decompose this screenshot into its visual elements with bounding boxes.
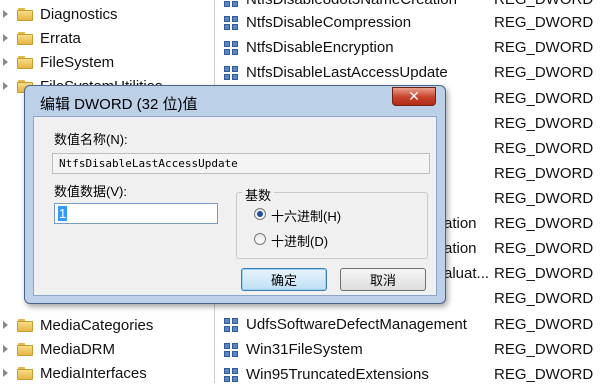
value-type: REG_DWORD — [494, 140, 594, 157]
reg-binary-icon — [224, 16, 240, 31]
expand-arrow-icon[interactable] — [3, 82, 11, 90]
dec-radio[interactable] — [254, 233, 266, 245]
value-type: REG_DWORD — [494, 316, 594, 333]
dialog-title: 编辑 DWORD (32 位)值 — [40, 96, 198, 113]
value-type: REG_DWORD — [494, 265, 594, 282]
folder-icon — [17, 342, 33, 356]
value-row[interactable]: NtfsDisableLastAccessUpdate REG_DWORD — [218, 61, 600, 86]
expand-arrow-icon[interactable] — [3, 321, 11, 329]
tree-item-label: MediaCategories — [40, 316, 154, 334]
tree-item-errata[interactable]: Errata — [0, 26, 81, 50]
value-row[interactable]: UdfsSoftwareDefectManagement REG_DWORD — [218, 313, 600, 338]
hex-label[interactable]: 十六进制(H) — [271, 206, 341, 225]
value-name: ation — [444, 215, 477, 232]
value-name: UdfsSoftwareDefectManagement — [246, 316, 467, 333]
folder-icon — [17, 31, 33, 45]
value-name-label: 数值名称(N): — [54, 132, 128, 147]
value-data-text: 1 — [58, 206, 68, 221]
value-data-input[interactable]: 1 — [54, 203, 218, 224]
tree-item-diagnostics[interactable]: Diagnostics — [0, 2, 118, 26]
edit-dword-dialog: 编辑 DWORD (32 位)值 ✕ 数值名称(N): NtfsDisableL… — [24, 85, 446, 304]
expand-arrow-icon[interactable] — [3, 58, 11, 66]
reg-binary-icon — [224, 0, 240, 8]
value-name: NtfsDisable8dot3NameCreation — [246, 0, 457, 8]
value-name: Win95TruncatedExtensions — [246, 366, 429, 383]
value-name: aluat... — [444, 265, 490, 282]
tree-item-label: MediaDRM — [40, 340, 116, 358]
reg-binary-icon — [224, 66, 240, 81]
cancel-button[interactable]: 取消 — [340, 268, 426, 291]
tree-item-label: MediaInterfaces — [40, 364, 147, 382]
reg-binary-icon — [224, 343, 240, 358]
value-type: REG_DWORD — [494, 14, 594, 31]
tree-item-mediainterfaces[interactable]: MediaInterfaces — [0, 361, 147, 385]
value-type: REG_DWORD — [494, 165, 594, 182]
value-type: REG_DWORD — [494, 366, 594, 383]
value-type: REG_DWORD — [494, 64, 594, 81]
expand-arrow-icon[interactable] — [3, 10, 11, 18]
base-label: 基数 — [242, 185, 275, 204]
reg-binary-icon — [224, 318, 240, 333]
value-type: REG_DWORD — [494, 115, 594, 132]
folder-icon — [17, 7, 33, 21]
dialog-client: 数值名称(N): NtfsDisableLastAccessUpdate 数值数… — [33, 116, 437, 296]
value-name: Win31FileSystem — [246, 341, 363, 358]
value-name-field[interactable]: NtfsDisableLastAccessUpdate — [52, 153, 430, 174]
folder-icon — [17, 55, 33, 69]
value-type: REG_DWORD — [494, 215, 594, 232]
value-type: REG_DWORD — [494, 290, 594, 307]
expand-arrow-icon[interactable] — [3, 369, 11, 377]
folder-icon — [17, 318, 33, 332]
value-type: REG_DWORD — [494, 341, 594, 358]
reg-binary-icon — [224, 368, 240, 383]
tree-item-mediacategories[interactable]: MediaCategories — [0, 313, 153, 337]
value-name: NtfsDisableEncryption — [246, 39, 394, 56]
value-type: REG_DWORD — [494, 0, 593, 8]
hex-radio[interactable] — [254, 208, 266, 220]
value-type: REG_DWORD — [494, 240, 594, 257]
value-row[interactable]: Win95TruncatedExtensions REG_DWORD — [218, 363, 600, 388]
close-icon: ✕ — [408, 88, 420, 104]
value-row[interactable]: Win31FileSystem REG_DWORD — [218, 338, 600, 363]
tree-item-label: Errata — [40, 29, 81, 47]
value-data-label: 数值数据(V): — [54, 184, 127, 199]
tree-item-label: Diagnostics — [40, 5, 118, 23]
expand-arrow-icon[interactable] — [3, 345, 11, 353]
value-row[interactable]: NtfsDisableCompression REG_DWORD — [218, 11, 600, 36]
value-type: REG_DWORD — [494, 190, 594, 207]
ok-button[interactable]: 确定 — [241, 268, 327, 291]
folder-icon — [17, 366, 33, 380]
tree-item-filesystem[interactable]: FileSystem — [0, 50, 114, 74]
value-name: NtfsDisableCompression — [246, 14, 412, 31]
tree-item-mediadrm[interactable]: MediaDRM — [0, 337, 115, 361]
value-row[interactable]: NtfsDisableEncryption REG_DWORD — [218, 36, 600, 61]
tree-item-label: FileSystem — [40, 53, 115, 71]
reg-binary-icon — [224, 41, 240, 56]
dec-label[interactable]: 十进制(D) — [271, 231, 328, 250]
value-name: NtfsDisableLastAccessUpdate — [246, 64, 448, 81]
close-button[interactable]: ✕ — [392, 87, 436, 106]
value-type: REG_DWORD — [494, 90, 594, 107]
value-type: REG_DWORD — [494, 39, 594, 56]
value-name: ation — [444, 240, 477, 257]
expand-arrow-icon[interactable] — [3, 34, 11, 42]
